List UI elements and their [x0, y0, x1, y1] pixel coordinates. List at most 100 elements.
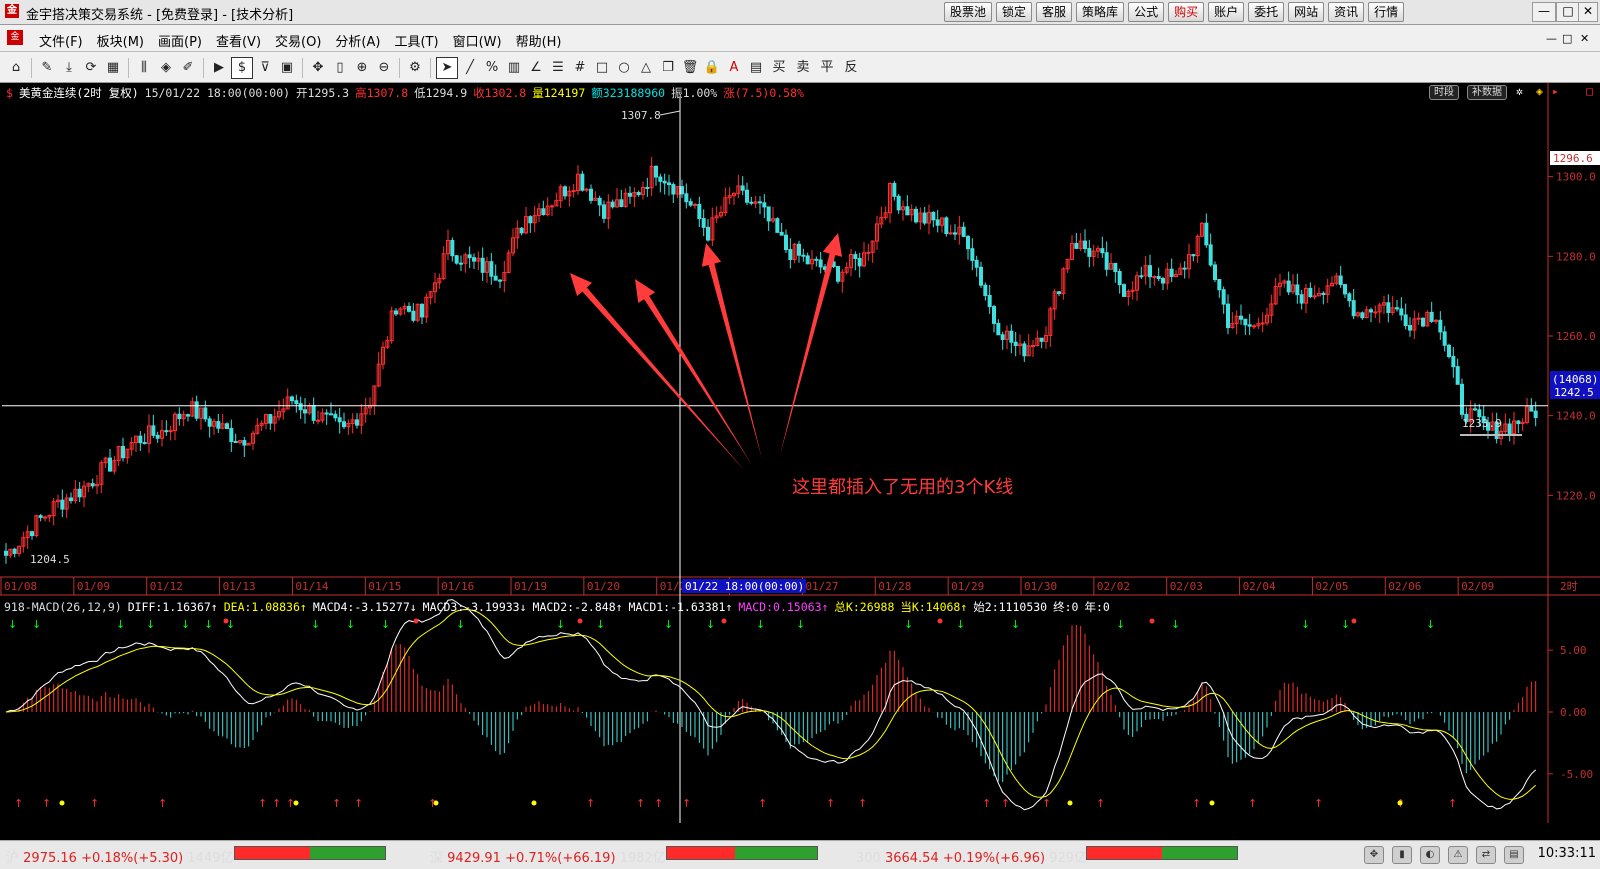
- minimize-button[interactable]: —: [1532, 2, 1556, 22]
- close-position-tool-button[interactable]: 平: [816, 58, 838, 78]
- candle-body: [1226, 303, 1230, 329]
- trash-icon[interactable]: 🗑: [680, 58, 700, 78]
- hash-icon[interactable]: #: [570, 58, 590, 78]
- formula-button[interactable]: 公式: [1128, 2, 1165, 22]
- zoom-out-icon[interactable]: ⊖: [374, 58, 394, 78]
- menu-trade[interactable]: 交易(O): [268, 31, 328, 50]
- dollar-icon[interactable]: $: [231, 57, 253, 79]
- buy-button[interactable]: 购买: [1168, 2, 1205, 22]
- buy-tool-button[interactable]: 买: [768, 58, 790, 78]
- lock-icon[interactable]: 🔒: [702, 58, 722, 78]
- percent-icon[interactable]: %: [482, 58, 502, 78]
- panel-close-icon[interactable]: □: [1586, 84, 1593, 98]
- refresh-icon[interactable]: ⟳: [81, 58, 101, 78]
- y-tick-label-3: 1240.0: [1556, 410, 1596, 423]
- customer-service-button[interactable]: 客服: [1036, 2, 1073, 22]
- menu-file[interactable]: 文件(F): [32, 31, 90, 50]
- sync-icon[interactable]: ⇄: [1476, 846, 1496, 864]
- maximize-button[interactable]: □: [1556, 2, 1580, 22]
- signal-dot: [1067, 800, 1073, 806]
- angle-icon[interactable]: ∠: [526, 58, 546, 78]
- sell-tool-button[interactable]: 卖: [792, 58, 814, 78]
- triangle-icon[interactable]: △: [636, 58, 656, 78]
- sz-name: 深: [430, 851, 444, 866]
- line-tool-icon[interactable]: ╱: [460, 58, 480, 78]
- quotes-button[interactable]: 行情: [1368, 2, 1405, 22]
- gear-icon[interactable]: ⚙: [405, 58, 425, 78]
- edit-icon[interactable]: ✐: [178, 58, 198, 78]
- macd3-value: MACD3:-3.19933↓: [422, 600, 527, 614]
- sz-pct: +0.71%: [505, 851, 558, 866]
- kline-macd-chart[interactable]: 1300.0 1280.0 1260.0 1240.0 1220.0 1307.8 1204…: [0, 83, 1600, 823]
- candle-body: [324, 412, 329, 415]
- candle-body: [1308, 287, 1313, 298]
- text-color-icon[interactable]: A: [724, 58, 744, 78]
- news-button[interactable]: 资讯: [1328, 2, 1365, 22]
- sz-chg: (+66.19): [557, 851, 616, 866]
- db-icon[interactable]: ▮: [1392, 846, 1412, 864]
- buy-signal-arrow: ↑: [826, 797, 835, 810]
- home-icon[interactable]: ⌂: [6, 58, 26, 78]
- copy-icon[interactable]: ❐: [658, 58, 678, 78]
- reverse-tool-button[interactable]: 反: [840, 58, 862, 78]
- candle-body: [693, 203, 697, 206]
- settings-icon[interactable]: ✲: [1516, 84, 1523, 98]
- order-button[interactable]: 委托: [1248, 2, 1285, 22]
- lock-button[interactable]: 锁定: [996, 2, 1033, 22]
- date-label-7: 01/19: [514, 580, 547, 593]
- panel-arrow-icon[interactable]: ▸: [1552, 84, 1559, 98]
- globe-icon[interactable]: ◐: [1420, 846, 1440, 864]
- move-icon[interactable]: ✥: [308, 58, 328, 78]
- chart-area[interactable]: 1300.0 1280.0 1260.0 1240.0 1220.0 1307.8 1204…: [0, 83, 1600, 823]
- menu-analysis[interactable]: 分析(A): [328, 31, 387, 50]
- period-button[interactable]: 时段: [1429, 85, 1459, 100]
- play-icon[interactable]: ▶: [209, 58, 229, 78]
- menu-help[interactable]: 帮助(H): [509, 31, 569, 50]
- date-label-5: 01/15: [368, 580, 401, 593]
- menu-tools[interactable]: 工具(T): [387, 31, 445, 50]
- circle-icon[interactable]: ○: [614, 58, 634, 78]
- sz-index[interactable]: 深 9429.91 +0.71%(+66.19) 1982亿: [430, 847, 666, 866]
- bar-icon[interactable]: ▯: [330, 58, 350, 78]
- pencil-icon[interactable]: ✎: [37, 58, 57, 78]
- hs300-pct: +0.19%: [942, 851, 996, 866]
- diamond-icon[interactable]: ◈: [156, 58, 176, 78]
- menu-window[interactable]: 窗口(W): [446, 31, 509, 50]
- website-button[interactable]: 网站: [1288, 2, 1325, 22]
- candles-icon[interactable]: ⫼: [134, 58, 154, 78]
- color-icon[interactable]: ◈: [1536, 84, 1543, 98]
- mdi-restore-button[interactable]: □: [1562, 32, 1572, 45]
- candle-body: [454, 255, 459, 264]
- filter-icon[interactable]: ⊽: [255, 58, 275, 78]
- sh-index[interactable]: 沪 2975.16 +0.18%(+5.30) 1449亿: [6, 847, 233, 866]
- mdi-close-button[interactable]: ✕: [1580, 32, 1589, 45]
- download-icon[interactable]: ⤓: [59, 58, 79, 78]
- fill-data-button[interactable]: 补数据: [1467, 85, 1507, 100]
- close-button[interactable]: ✕: [1578, 2, 1598, 22]
- chart-icon[interactable]: ▤: [1504, 846, 1524, 864]
- zoom-in-icon[interactable]: ⊕: [352, 58, 372, 78]
- rect-icon[interactable]: □: [592, 58, 612, 78]
- sell-signal-arrow: ↓: [706, 618, 715, 631]
- calendar-icon[interactable]: ▣: [277, 58, 297, 78]
- strategy-library-button[interactable]: 策略库: [1076, 2, 1125, 22]
- candle-body: [1477, 409, 1482, 418]
- account-button[interactable]: 账户: [1208, 2, 1245, 22]
- lines-icon[interactable]: ☰: [548, 58, 568, 78]
- pointer-icon[interactable]: ➤: [436, 57, 458, 79]
- ruler-icon[interactable]: ▥: [504, 58, 524, 78]
- box-icon[interactable]: ▤: [746, 58, 766, 78]
- mdi-minimize-button[interactable]: —: [1546, 32, 1557, 45]
- sell-signal-arrow: ↓: [556, 618, 565, 631]
- candle-body: [550, 205, 554, 208]
- menu-screen[interactable]: 画面(P): [151, 31, 209, 50]
- alert-icon[interactable]: ⚠: [1448, 846, 1468, 864]
- hs300-index[interactable]: 300 3664.54 +0.19%(+6.96) 929亿: [856, 847, 1087, 866]
- menu-sector[interactable]: 板块(M): [90, 31, 151, 50]
- macd2-value: MACD2:-2.848↑: [532, 600, 623, 614]
- stock-pool-button[interactable]: 股票池: [944, 2, 993, 22]
- calc-icon[interactable]: ✥: [1364, 846, 1384, 864]
- grid-icon[interactable]: ▦: [103, 58, 123, 78]
- candle-body: [628, 192, 632, 197]
- menu-view[interactable]: 查看(V): [209, 31, 268, 50]
